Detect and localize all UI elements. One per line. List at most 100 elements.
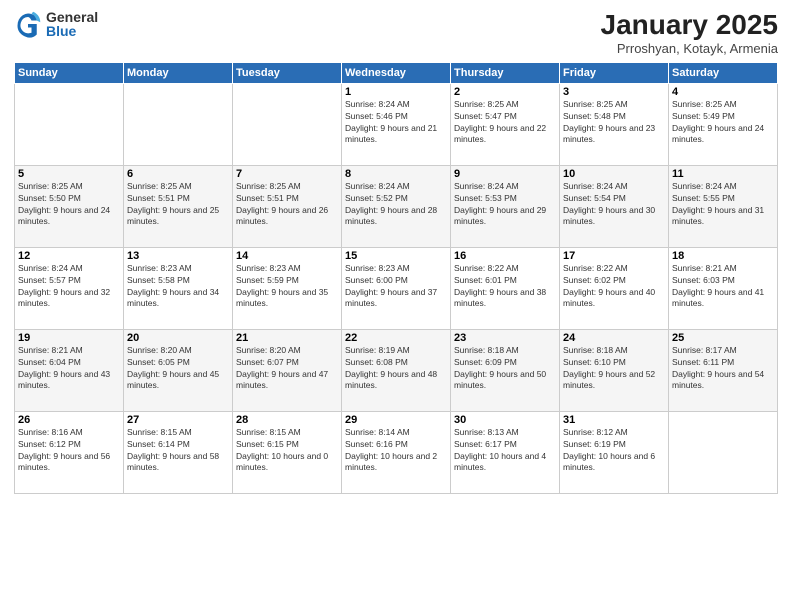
calendar-cell: 12Sunrise: 8:24 AM Sunset: 5:57 PM Dayli… xyxy=(15,247,124,329)
day-info: Sunrise: 8:21 AM Sunset: 6:04 PM Dayligh… xyxy=(18,345,120,393)
day-info: Sunrise: 8:12 AM Sunset: 6:19 PM Dayligh… xyxy=(563,427,665,475)
day-info: Sunrise: 8:14 AM Sunset: 6:16 PM Dayligh… xyxy=(345,427,447,475)
day-number: 20 xyxy=(127,332,229,344)
header-row: Sunday Monday Tuesday Wednesday Thursday… xyxy=(15,62,778,83)
calendar-header: Sunday Monday Tuesday Wednesday Thursday… xyxy=(15,62,778,83)
calendar-cell: 21Sunrise: 8:20 AM Sunset: 6:07 PM Dayli… xyxy=(233,329,342,411)
day-info: Sunrise: 8:15 AM Sunset: 6:14 PM Dayligh… xyxy=(127,427,229,475)
logo-text: General Blue xyxy=(46,10,98,38)
calendar-cell: 26Sunrise: 8:16 AM Sunset: 6:12 PM Dayli… xyxy=(15,411,124,493)
calendar-cell: 13Sunrise: 8:23 AM Sunset: 5:58 PM Dayli… xyxy=(124,247,233,329)
day-number: 24 xyxy=(563,332,665,344)
day-number: 8 xyxy=(345,168,447,180)
logo-general-text: General xyxy=(46,10,98,24)
day-info: Sunrise: 8:24 AM Sunset: 5:54 PM Dayligh… xyxy=(563,181,665,229)
day-number: 30 xyxy=(454,414,556,426)
calendar-cell: 27Sunrise: 8:15 AM Sunset: 6:14 PM Dayli… xyxy=(124,411,233,493)
day-info: Sunrise: 8:23 AM Sunset: 5:58 PM Dayligh… xyxy=(127,263,229,311)
day-number: 16 xyxy=(454,250,556,262)
day-info: Sunrise: 8:22 AM Sunset: 6:02 PM Dayligh… xyxy=(563,263,665,311)
header-friday: Friday xyxy=(560,62,669,83)
calendar-cell: 10Sunrise: 8:24 AM Sunset: 5:54 PM Dayli… xyxy=(560,165,669,247)
day-number: 31 xyxy=(563,414,665,426)
day-number: 26 xyxy=(18,414,120,426)
day-number: 29 xyxy=(345,414,447,426)
calendar-week-4: 19Sunrise: 8:21 AM Sunset: 6:04 PM Dayli… xyxy=(15,329,778,411)
day-info: Sunrise: 8:20 AM Sunset: 6:05 PM Dayligh… xyxy=(127,345,229,393)
day-info: Sunrise: 8:15 AM Sunset: 6:15 PM Dayligh… xyxy=(236,427,338,475)
calendar-cell: 25Sunrise: 8:17 AM Sunset: 6:11 PM Dayli… xyxy=(669,329,778,411)
title-block: January 2025 Prroshyan, Kotayk, Armenia xyxy=(601,10,778,56)
header-tuesday: Tuesday xyxy=(233,62,342,83)
day-info: Sunrise: 8:25 AM Sunset: 5:49 PM Dayligh… xyxy=(672,99,774,147)
day-info: Sunrise: 8:18 AM Sunset: 6:09 PM Dayligh… xyxy=(454,345,556,393)
calendar-week-3: 12Sunrise: 8:24 AM Sunset: 5:57 PM Dayli… xyxy=(15,247,778,329)
day-number: 17 xyxy=(563,250,665,262)
day-info: Sunrise: 8:24 AM Sunset: 5:57 PM Dayligh… xyxy=(18,263,120,311)
calendar-cell: 23Sunrise: 8:18 AM Sunset: 6:09 PM Dayli… xyxy=(451,329,560,411)
calendar-table: Sunday Monday Tuesday Wednesday Thursday… xyxy=(14,62,778,494)
calendar-week-5: 26Sunrise: 8:16 AM Sunset: 6:12 PM Dayli… xyxy=(15,411,778,493)
calendar-cell: 9Sunrise: 8:24 AM Sunset: 5:53 PM Daylig… xyxy=(451,165,560,247)
calendar-week-2: 5Sunrise: 8:25 AM Sunset: 5:50 PM Daylig… xyxy=(15,165,778,247)
day-info: Sunrise: 8:16 AM Sunset: 6:12 PM Dayligh… xyxy=(18,427,120,475)
calendar-cell: 30Sunrise: 8:13 AM Sunset: 6:17 PM Dayli… xyxy=(451,411,560,493)
header-saturday: Saturday xyxy=(669,62,778,83)
calendar-subtitle: Prroshyan, Kotayk, Armenia xyxy=(601,41,778,56)
calendar-cell: 4Sunrise: 8:25 AM Sunset: 5:49 PM Daylig… xyxy=(669,83,778,165)
calendar-cell: 14Sunrise: 8:23 AM Sunset: 5:59 PM Dayli… xyxy=(233,247,342,329)
day-info: Sunrise: 8:19 AM Sunset: 6:08 PM Dayligh… xyxy=(345,345,447,393)
calendar-cell: 20Sunrise: 8:20 AM Sunset: 6:05 PM Dayli… xyxy=(124,329,233,411)
calendar-cell: 16Sunrise: 8:22 AM Sunset: 6:01 PM Dayli… xyxy=(451,247,560,329)
day-info: Sunrise: 8:17 AM Sunset: 6:11 PM Dayligh… xyxy=(672,345,774,393)
day-info: Sunrise: 8:25 AM Sunset: 5:47 PM Dayligh… xyxy=(454,99,556,147)
calendar-cell: 17Sunrise: 8:22 AM Sunset: 6:02 PM Dayli… xyxy=(560,247,669,329)
day-number: 23 xyxy=(454,332,556,344)
calendar-cell: 29Sunrise: 8:14 AM Sunset: 6:16 PM Dayli… xyxy=(342,411,451,493)
day-number: 15 xyxy=(345,250,447,262)
calendar-cell: 8Sunrise: 8:24 AM Sunset: 5:52 PM Daylig… xyxy=(342,165,451,247)
day-number: 22 xyxy=(345,332,447,344)
header-wednesday: Wednesday xyxy=(342,62,451,83)
day-number: 28 xyxy=(236,414,338,426)
calendar-cell xyxy=(233,83,342,165)
day-number: 6 xyxy=(127,168,229,180)
day-number: 11 xyxy=(672,168,774,180)
calendar-cell xyxy=(124,83,233,165)
calendar-cell: 2Sunrise: 8:25 AM Sunset: 5:47 PM Daylig… xyxy=(451,83,560,165)
day-info: Sunrise: 8:25 AM Sunset: 5:48 PM Dayligh… xyxy=(563,99,665,147)
header: General Blue January 2025 Prroshyan, Kot… xyxy=(14,10,778,56)
logo: General Blue xyxy=(14,10,98,38)
day-number: 2 xyxy=(454,86,556,98)
header-thursday: Thursday xyxy=(451,62,560,83)
day-number: 5 xyxy=(18,168,120,180)
calendar-cell: 15Sunrise: 8:23 AM Sunset: 6:00 PM Dayli… xyxy=(342,247,451,329)
calendar-cell: 28Sunrise: 8:15 AM Sunset: 6:15 PM Dayli… xyxy=(233,411,342,493)
calendar-cell: 11Sunrise: 8:24 AM Sunset: 5:55 PM Dayli… xyxy=(669,165,778,247)
logo-icon xyxy=(14,10,42,38)
day-number: 25 xyxy=(672,332,774,344)
day-number: 1 xyxy=(345,86,447,98)
calendar-cell: 22Sunrise: 8:19 AM Sunset: 6:08 PM Dayli… xyxy=(342,329,451,411)
day-info: Sunrise: 8:24 AM Sunset: 5:55 PM Dayligh… xyxy=(672,181,774,229)
calendar-body: 1Sunrise: 8:24 AM Sunset: 5:46 PM Daylig… xyxy=(15,83,778,493)
calendar-cell: 5Sunrise: 8:25 AM Sunset: 5:50 PM Daylig… xyxy=(15,165,124,247)
day-info: Sunrise: 8:25 AM Sunset: 5:50 PM Dayligh… xyxy=(18,181,120,229)
day-info: Sunrise: 8:25 AM Sunset: 5:51 PM Dayligh… xyxy=(236,181,338,229)
calendar-cell: 6Sunrise: 8:25 AM Sunset: 5:51 PM Daylig… xyxy=(124,165,233,247)
day-info: Sunrise: 8:13 AM Sunset: 6:17 PM Dayligh… xyxy=(454,427,556,475)
day-info: Sunrise: 8:23 AM Sunset: 5:59 PM Dayligh… xyxy=(236,263,338,311)
day-number: 12 xyxy=(18,250,120,262)
calendar-cell: 24Sunrise: 8:18 AM Sunset: 6:10 PM Dayli… xyxy=(560,329,669,411)
day-number: 19 xyxy=(18,332,120,344)
day-number: 18 xyxy=(672,250,774,262)
day-number: 14 xyxy=(236,250,338,262)
calendar-title: January 2025 xyxy=(601,10,778,41)
day-number: 10 xyxy=(563,168,665,180)
day-info: Sunrise: 8:25 AM Sunset: 5:51 PM Dayligh… xyxy=(127,181,229,229)
day-info: Sunrise: 8:24 AM Sunset: 5:52 PM Dayligh… xyxy=(345,181,447,229)
day-info: Sunrise: 8:22 AM Sunset: 6:01 PM Dayligh… xyxy=(454,263,556,311)
day-info: Sunrise: 8:24 AM Sunset: 5:53 PM Dayligh… xyxy=(454,181,556,229)
day-number: 4 xyxy=(672,86,774,98)
day-number: 7 xyxy=(236,168,338,180)
